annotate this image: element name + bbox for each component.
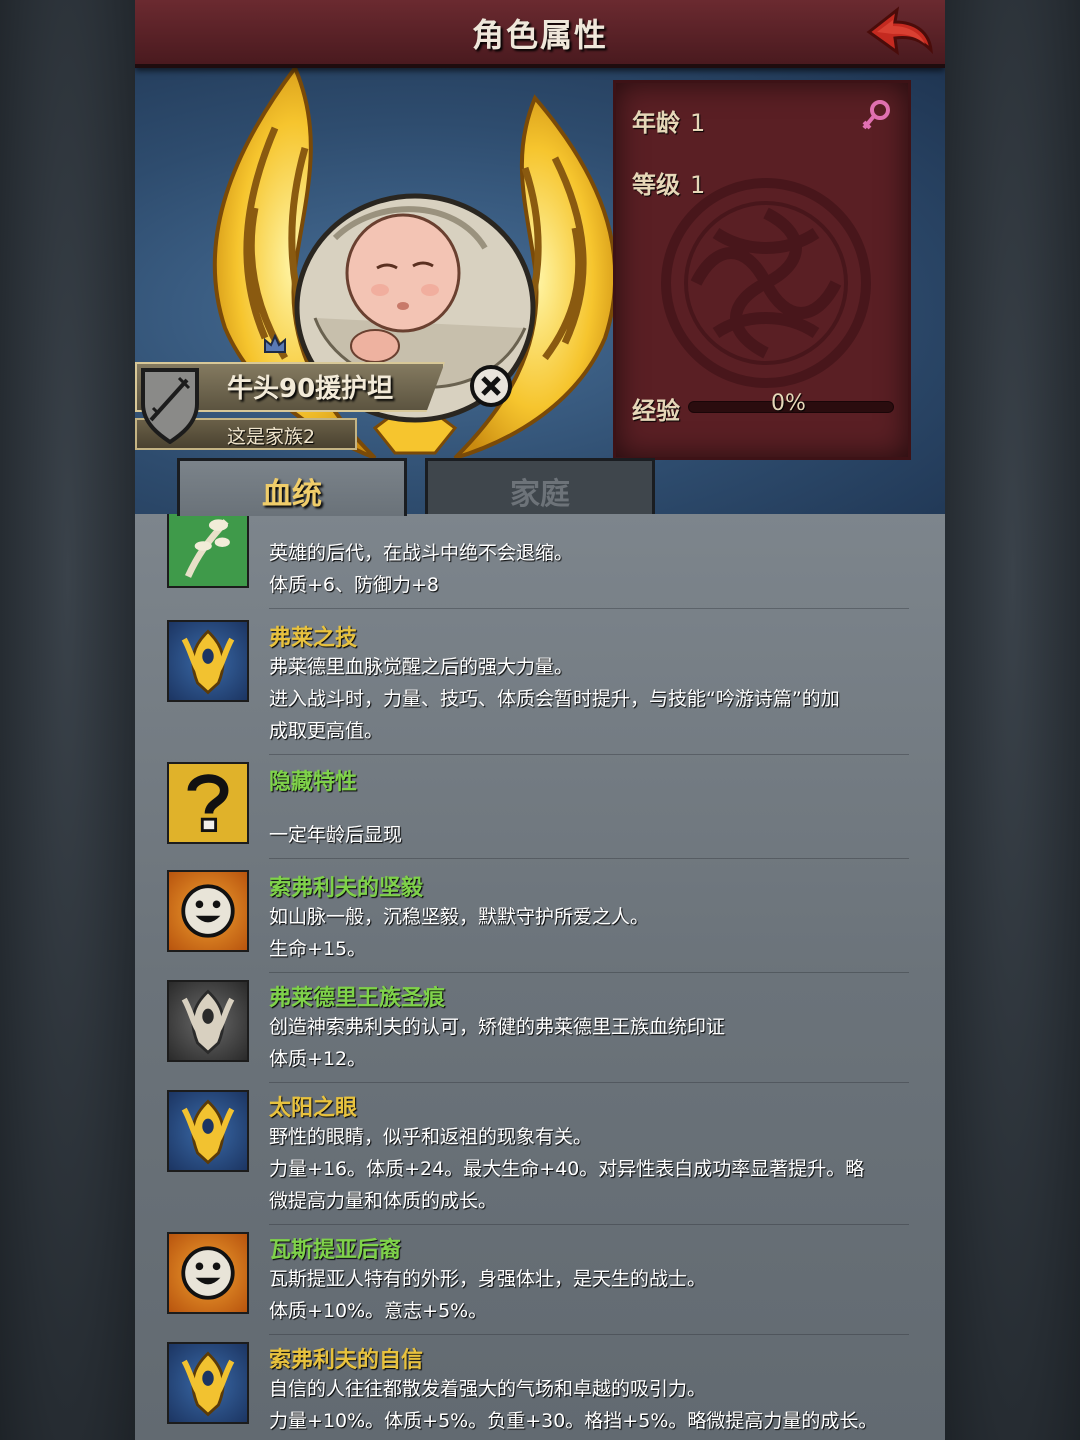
trait-desc-line: 自信的人往往都散发着强大的气场和卓越的吸引力。 [269,1378,707,1400]
trait-name: 隐藏特性 [269,770,358,795]
divider [269,1082,909,1083]
back-button[interactable] [863,6,935,60]
trait-desc-line: 创造神索弗利夫的认可，矫健的弗莱德里王族血统印证 [269,1016,726,1038]
exp-label: 经验 [632,397,680,425]
level-value: 1 [690,171,706,199]
title-bar: 角色属性 [135,0,945,68]
trait-desc-line: 微提高力量和体质的成长。 [269,1190,498,1212]
family-name: 这是家族2 [227,426,316,448]
smiley-face-icon [167,1232,249,1314]
trait-desc-line: 力量+16。体质+24。最大生命+40。对异性表白成功率显著提升。略 [269,1158,865,1180]
trait-desc-line: 如山脉一般，沉稳坚毅，默默守护所爱之人。 [269,906,650,928]
age-row: 年龄 1 [632,103,705,138]
character-portrait-area: 年龄 1 等级 1 经验 0% 牛头90援护坦 这是家族2 血统 家庭 [135,68,945,516]
character-name: 牛头90援护坦 [227,374,394,404]
level-row: 等级 1 [632,165,705,200]
trait-desc-line: 英雄的后代，在战斗中绝不会退缩。 [269,542,574,564]
stats-panel: 年龄 1 等级 1 经验 0% [613,80,911,460]
shield-icon [141,368,199,444]
celtic-knot-emblem [661,178,871,388]
divider [269,1224,909,1225]
level-label: 等级 [632,171,680,199]
exp-value: 0% [771,391,806,416]
tab-bloodline[interactable]: 血统 [177,458,407,516]
question-mark-icon [167,762,249,844]
trait-name: 索弗利夫的坚毅 [269,876,424,901]
close-icon [470,365,512,407]
golden-crest-icon [167,1342,249,1424]
trait-name: 太阳之眼 [269,1096,358,1121]
trait-name: 弗莱德里王族圣痕 [269,986,446,1011]
trait-name: 索弗利夫的自信 [269,1348,424,1373]
trait-desc-line: 弗莱德里血脉觉醒之后的强大力量。 [269,656,574,678]
trait-desc-line: 生命+15。 [269,938,367,960]
tab-family[interactable]: 家庭 [425,458,655,516]
golden-crest-icon [167,620,249,702]
trait-desc-line: 体质+6、防御力+8 [269,574,440,596]
exp-row: 经验 [632,391,690,426]
age-label: 年龄 [632,109,680,137]
smiley-face-icon [167,870,249,952]
page-title: 角色属性 [471,16,608,54]
divider [269,858,909,859]
left-backdrop [0,0,135,1440]
trait-desc-line: 野性的眼睛，似乎和返祖的现象有关。 [269,1126,593,1148]
back-arrow-icon [866,6,933,56]
female-icon [862,100,890,130]
silver-crest-icon [167,980,249,1062]
trait-desc-line: 进入战斗时，力量、技巧、体质会暂时提升，与技能“吟游诗篇”的加 [269,688,840,710]
right-backdrop [945,0,1080,1440]
age-value: 1 [690,109,706,137]
trait-desc-line: 成取更高值。 [269,720,384,742]
golden-crest-icon [167,1090,249,1172]
branch-icon [167,514,249,588]
trait-desc-line: 体质+12。 [269,1048,367,1070]
trait-name: 瓦斯提亚后裔 [269,1238,402,1263]
divider [269,972,909,973]
trait-desc-line: 一定年龄后显现 [269,824,403,846]
trait-list[interactable]: 英雄的后代，在战斗中绝不会退缩。 体质+6、防御力+8 弗莱之技 弗莱德里血脉觉… [135,514,945,1440]
close-button[interactable] [469,364,513,408]
trait-desc-line: 力量+10%。体质+5%。负重+30。格挡+5%。略微提高力量的成长。 [269,1410,878,1432]
crown-icon [264,334,286,353]
trait-desc-line: 体质+10%。意志+5%。 [269,1300,488,1322]
trait-desc-line: 瓦斯提亚人特有的外形，身强体壮，是天生的战士。 [269,1268,707,1290]
character-attributes-screen: 角色属性 年龄 1 等级 1 经验 0% 牛头90援护坦 这是家族2 血统 家庭… [135,0,945,1440]
trait-name: 弗莱之技 [269,626,358,651]
divider [269,608,909,609]
divider [269,754,909,755]
divider [269,1334,909,1335]
